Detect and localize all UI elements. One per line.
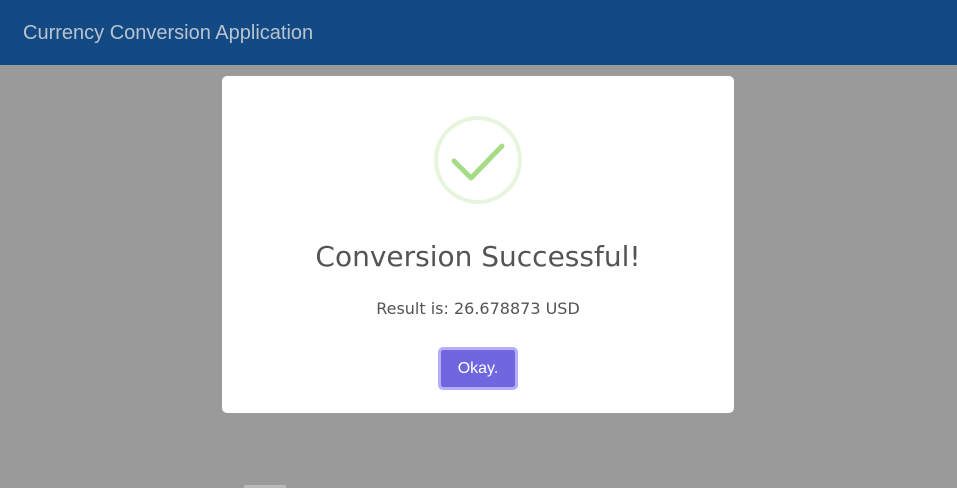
dialog-title: Conversion Successful! [315,240,641,273]
check-icon-graphic [434,116,522,204]
okay-button[interactable]: Okay. [438,347,518,390]
check-icon [434,116,522,204]
conversion-result: Result is: 26.678873 USD [376,299,580,318]
app-title: Currency Conversion Application [23,22,314,44]
app-header: Currency Conversion Application [0,0,957,65]
success-dialog: Conversion Successful! Result is: 26.678… [222,76,734,413]
